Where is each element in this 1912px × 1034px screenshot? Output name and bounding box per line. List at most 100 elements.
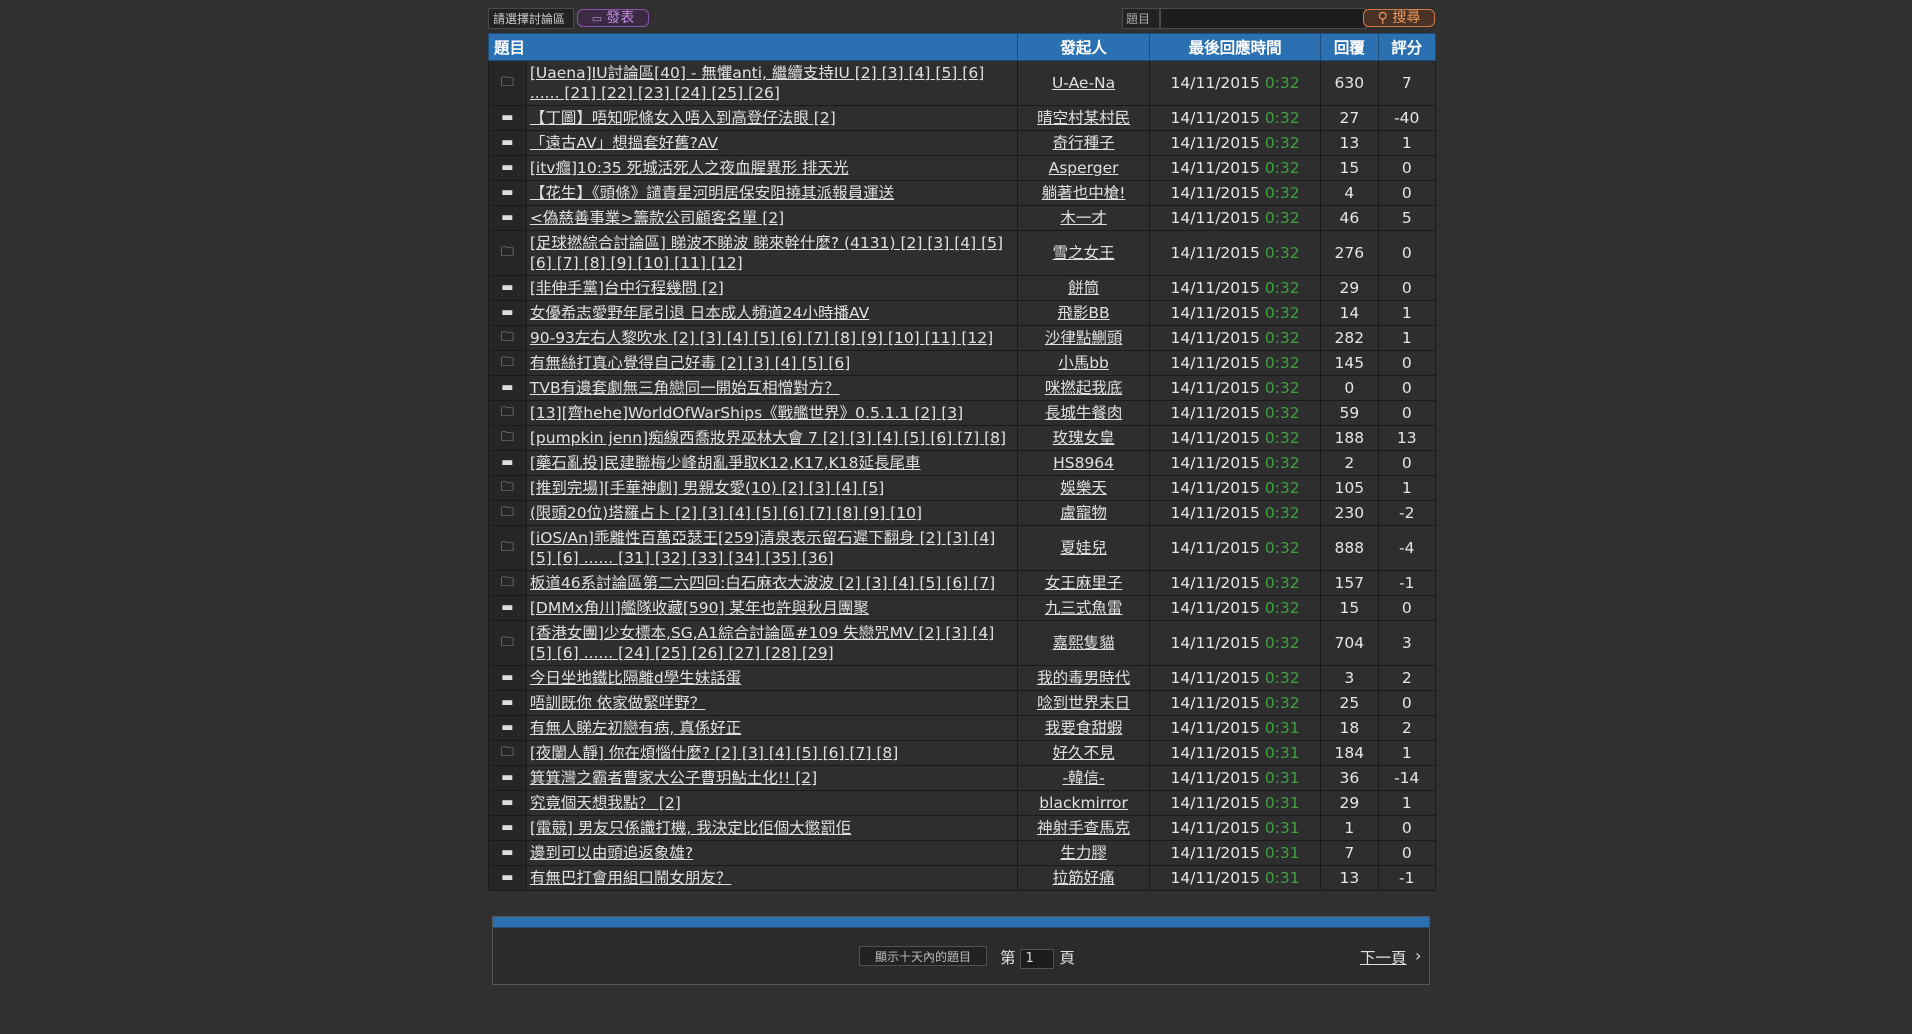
table-row[interactable]: ▬ [電競] 男友只係識打機, 我決定比佢個大懲罰佢 神射手查馬克 14/11/201… — [488, 815, 1437, 841]
table-row[interactable]: 🗀 [夜闌人靜] 你在煩惱什麼? [2] [3] [4] [5] [6] [7] … — [488, 740, 1437, 766]
author-link[interactable]: 我要食甜蝦 — [1045, 719, 1123, 737]
topic-link[interactable]: 有無巴打會用組口鬧女朋友？ — [530, 869, 732, 887]
author-link[interactable]: U-Ae-Na — [1052, 74, 1115, 92]
table-row[interactable]: 🗀 90-93左右人黎吹水 [2] [3] [4] [5] [6] [7] [8]… — [488, 325, 1437, 351]
author-link[interactable]: 飛影BB — [1057, 304, 1109, 322]
topic-link[interactable]: 90-93左右人黎吹水 [2] [3] [4] [5] [6] [7] [8] … — [530, 329, 993, 347]
author-cell: 餅筒 — [1017, 275, 1151, 301]
author-link[interactable]: 小馬bb — [1058, 354, 1109, 372]
table-row[interactable]: ▬ 邊到可以由頭追返象雄? 生力膠 14/11/2015 0:31 7 0 — [488, 840, 1437, 866]
author-link[interactable]: 咪撚起我底 — [1045, 379, 1123, 397]
board-select[interactable]: 請選擇討論區 — [488, 8, 574, 29]
next-page-link[interactable]: 下一頁 — [1360, 946, 1407, 968]
post-button[interactable]: ▭ 發表 — [577, 9, 649, 27]
table-row[interactable]: 🗀 [香港女團]少女標本,SG,A1綜合討論區#109 失戀咒MV [2] [3]… — [488, 620, 1437, 666]
author-link[interactable]: 玫瑰女皇 — [1053, 429, 1115, 447]
topic-link[interactable]: [pumpkin jenn]痴線西喬妝界巫林大會 7 [2] [3] [4] [… — [530, 429, 1006, 447]
table-row[interactable]: 🗀 [推到完場][手華神劇] 男親女愛(10) [2] [3] [4] [5] 娛樂… — [488, 475, 1437, 501]
topic-link[interactable]: 【丁圖】唔知呢條女入唔入到高登仔法眼 [2] — [530, 109, 836, 127]
author-link[interactable]: 娛樂天 — [1060, 479, 1107, 497]
author-link[interactable]: 盧寵物 — [1060, 504, 1107, 522]
table-row[interactable]: ▬ TVB有邊套劇無三角戀同一開始互相憎對方？ 咪撚起我底 14/11/2015 0:… — [488, 375, 1437, 401]
table-row[interactable]: 🗀 [pumpkin jenn]痴線西喬妝界巫林大會 7 [2] [3] [4] … — [488, 425, 1437, 451]
author-link[interactable]: 長城牛餐肉 — [1045, 404, 1123, 422]
author-link[interactable]: 餅筒 — [1068, 279, 1099, 297]
topic-link[interactable]: [itv癮]10:35 死城活死人之夜血腥異形 排天光 — [530, 159, 849, 177]
table-row[interactable]: ▬ 「遠古AV」想搵套好舊?AV 奇行種子 14/11/2015 0:32 13 1 — [488, 130, 1437, 156]
author-link[interactable]: 木一才 — [1060, 209, 1107, 227]
table-row[interactable]: ▬ 唔訓既你 依家做緊咩野？ 唸到世界末日 14/11/2015 0:32 25 0 — [488, 690, 1437, 716]
topic-link[interactable]: [香港女團]少女標本,SG,A1綜合討論區#109 失戀咒MV [2] [3] … — [530, 624, 994, 662]
topic-link[interactable]: 究竟個天想我點？ [2] — [530, 794, 681, 812]
author-link[interactable]: 躺著也中槍! — [1042, 184, 1126, 202]
table-row[interactable]: ▬ 【花生】《頭條》譴責星河明居保安阻撓其派報員運送 躺著也中槍! 14/11/201… — [488, 180, 1437, 206]
table-row[interactable]: ▬ [itv癮]10:35 死城活死人之夜血腥異形 排天光 Asperger 14/1… — [488, 155, 1437, 181]
topic-link[interactable]: [13][齊hehe]WorldOfWarShips《戰艦世界》0.5.1.1 … — [530, 404, 963, 422]
page-number-input[interactable] — [1020, 948, 1055, 969]
author-link[interactable]: HS8964 — [1053, 454, 1114, 472]
table-row[interactable]: ▬ <偽慈善事業>籌款公司顧客名單 [2] 木一才 14/11/2015 0:32 46… — [488, 205, 1437, 231]
table-row[interactable]: ▬ 今日坐地鐵比隔離d學生妹話蛋 我的毒男時代 14/11/2015 0:32 3 2 — [488, 665, 1437, 691]
table-row[interactable]: ▬ 箕箕灣之霸者曹家大公子曹玥鮎土化!! [2] -韓信- 14/11/2015 0:… — [488, 765, 1437, 791]
ten-day-filter-button[interactable]: 顯示十天內的題目 — [859, 946, 987, 966]
table-row[interactable]: 🗀 板道46系討論區第二六四回:白石麻衣大波波 [2] [3] [4] [5] [… — [488, 570, 1437, 596]
author-link[interactable]: blackmirror — [1039, 794, 1128, 812]
search-button[interactable]: ⚲ 搜尋 — [1363, 9, 1435, 27]
author-link[interactable]: 好久不見 — [1053, 744, 1115, 762]
topic-link[interactable]: [足球撚綜合討論區] 睇波不睇波 睇來幹什麼? (4131) [2] [3] [… — [530, 234, 1003, 272]
author-link[interactable]: 九三式魚雷 — [1045, 599, 1123, 617]
author-link[interactable]: 唸到世界末日 — [1037, 694, 1130, 712]
topic-link[interactable]: 【花生】《頭條》譴責星河明居保安阻撓其派報員運送 — [530, 184, 894, 202]
topic-link[interactable]: [藥石亂投]民建聯梅少峰胡亂爭取K12,K17,K18延長尾車 — [530, 454, 921, 472]
table-row[interactable]: 🗀 [足球撚綜合討論區] 睇波不睇波 睇來幹什麼? (4131) [2] [3] … — [488, 230, 1437, 276]
table-row[interactable]: ▬ 【丁圖】唔知呢條女入唔入到高登仔法眼 [2] 晴空村某村民 14/11/2015 … — [488, 105, 1437, 131]
topic-link[interactable]: 邊到可以由頭追返象雄? — [530, 844, 693, 862]
author-link[interactable]: 嘉熙隻貓 — [1053, 634, 1115, 652]
topic-link[interactable]: TVB有邊套劇無三角戀同一開始互相憎對方？ — [530, 379, 840, 397]
table-row[interactable]: 🗀 有無絲打真心覺得自己好毒 [2] [3] [4] [5] [6] 小馬bb 14/… — [488, 350, 1437, 376]
table-row[interactable]: 🗀 (限頭20位)塔羅占卜 [2] [3] [4] [5] [6] [7] [8]… — [488, 500, 1437, 526]
topic-link[interactable]: [非伸手黨]台中行程幾問 [2] — [530, 279, 724, 297]
author-link[interactable]: 夏娃兒 — [1060, 539, 1107, 557]
topic-link[interactable]: [iOS/An]乖離性百萬亞瑟王[259]清泉表示留石遲下翻身 [2] [3] … — [530, 529, 995, 567]
table-row[interactable]: 🗀 [Uaena]IU討論區[40] - 無懼anti, 繼續支持IU [2] [… — [488, 60, 1437, 106]
topic-link[interactable]: [夜闌人靜] 你在煩惱什麼? [2] [3] [4] [5] [6] [7] [… — [530, 744, 898, 762]
author-link[interactable]: 拉筋好痛 — [1053, 869, 1115, 887]
table-row[interactable]: ▬ [DMMx角川]艦隊收藏[590] 某年也許與秋月團聚 九三式魚雷 14/11/2… — [488, 595, 1437, 621]
author-link[interactable]: 女王麻里子 — [1045, 574, 1123, 592]
topic-link[interactable]: [DMMx角川]艦隊收藏[590] 某年也許與秋月團聚 — [530, 599, 869, 617]
topic-link[interactable]: 「遠古AV」想搵套好舊?AV — [530, 134, 718, 152]
author-link[interactable]: 神射手查馬克 — [1037, 819, 1130, 837]
folder-cell: ▬ — [488, 300, 527, 326]
table-row[interactable]: ▬ 究竟個天想我點？ [2] blackmirror 14/11/2015 0:31 2… — [488, 790, 1437, 816]
topic-link[interactable]: <偽慈善事業>籌款公司顧客名單 [2] — [530, 209, 784, 227]
author-link[interactable]: 奇行種子 — [1053, 134, 1115, 152]
chevron-right-icon[interactable]: › — [1415, 946, 1421, 965]
topic-link[interactable]: [Uaena]IU討論區[40] - 無懼anti, 繼續支持IU [2] [3… — [530, 64, 984, 102]
author-link[interactable]: 沙律點鰂頭 — [1045, 329, 1123, 347]
table-row[interactable]: ▬ 有無巴打會用組口鬧女朋友？ 拉筋好痛 14/11/2015 0:31 13 -1 — [488, 865, 1437, 891]
topic-link[interactable]: 唔訓既你 依家做緊咩野？ — [530, 694, 705, 712]
topic-link[interactable]: 有無絲打真心覺得自己好毒 [2] [3] [4] [5] [6] — [530, 354, 850, 372]
topic-link[interactable]: 今日坐地鐵比隔離d學生妹話蛋 — [530, 669, 741, 687]
topic-link[interactable]: 板道46系討論區第二六四回:白石麻衣大波波 [2] [3] [4] [5] [6… — [530, 574, 995, 592]
topic-link[interactable]: 有無人睇左初戀有病, 真係好正 — [530, 719, 741, 737]
search-input[interactable] — [1160, 8, 1366, 29]
author-link[interactable]: -韓信- — [1062, 769, 1104, 787]
topic-link[interactable]: [電競] 男友只係識打機, 我決定比佢個大懲罰佢 — [530, 819, 851, 837]
author-link[interactable]: 生力膠 — [1060, 844, 1107, 862]
topic-link[interactable]: 箕箕灣之霸者曹家大公子曹玥鮎土化!! [2] — [530, 769, 817, 787]
table-row[interactable]: 🗀 [iOS/An]乖離性百萬亞瑟王[259]清泉表示留石遲下翻身 [2] [3]… — [488, 525, 1437, 571]
author-link[interactable]: 我的毒男時代 — [1037, 669, 1130, 687]
table-row[interactable]: ▬ 有無人睇左初戀有病, 真係好正 我要食甜蝦 14/11/2015 0:31 18 2 — [488, 715, 1437, 741]
author-link[interactable]: 晴空村某村民 — [1037, 109, 1130, 127]
author-link[interactable]: 雪之女王 — [1053, 244, 1115, 262]
table-row[interactable]: 🗀 [13][齊hehe]WorldOfWarShips《戰艦世界》0.5.1.1… — [488, 400, 1437, 426]
topic-link[interactable]: 女優希志愛野年尾引退 日本成人頻道24小時播AV — [530, 304, 869, 322]
table-row[interactable]: ▬ [非伸手黨]台中行程幾問 [2] 餅筒 14/11/2015 0:32 29 0 — [488, 275, 1437, 301]
topic-link[interactable]: [推到完場][手華神劇] 男親女愛(10) [2] [3] [4] [5] — [530, 479, 884, 497]
table-row[interactable]: ▬ [藥石亂投]民建聯梅少峰胡亂爭取K12,K17,K18延長尾車 HS8964 14… — [488, 450, 1437, 476]
table-row[interactable]: ▬ 女優希志愛野年尾引退 日本成人頻道24小時播AV 飛影BB 14/11/2015 … — [488, 300, 1437, 326]
author-link[interactable]: Asperger — [1049, 159, 1119, 177]
topic-link[interactable]: (限頭20位)塔羅占卜 [2] [3] [4] [5] [6] [7] [8] … — [530, 504, 922, 522]
